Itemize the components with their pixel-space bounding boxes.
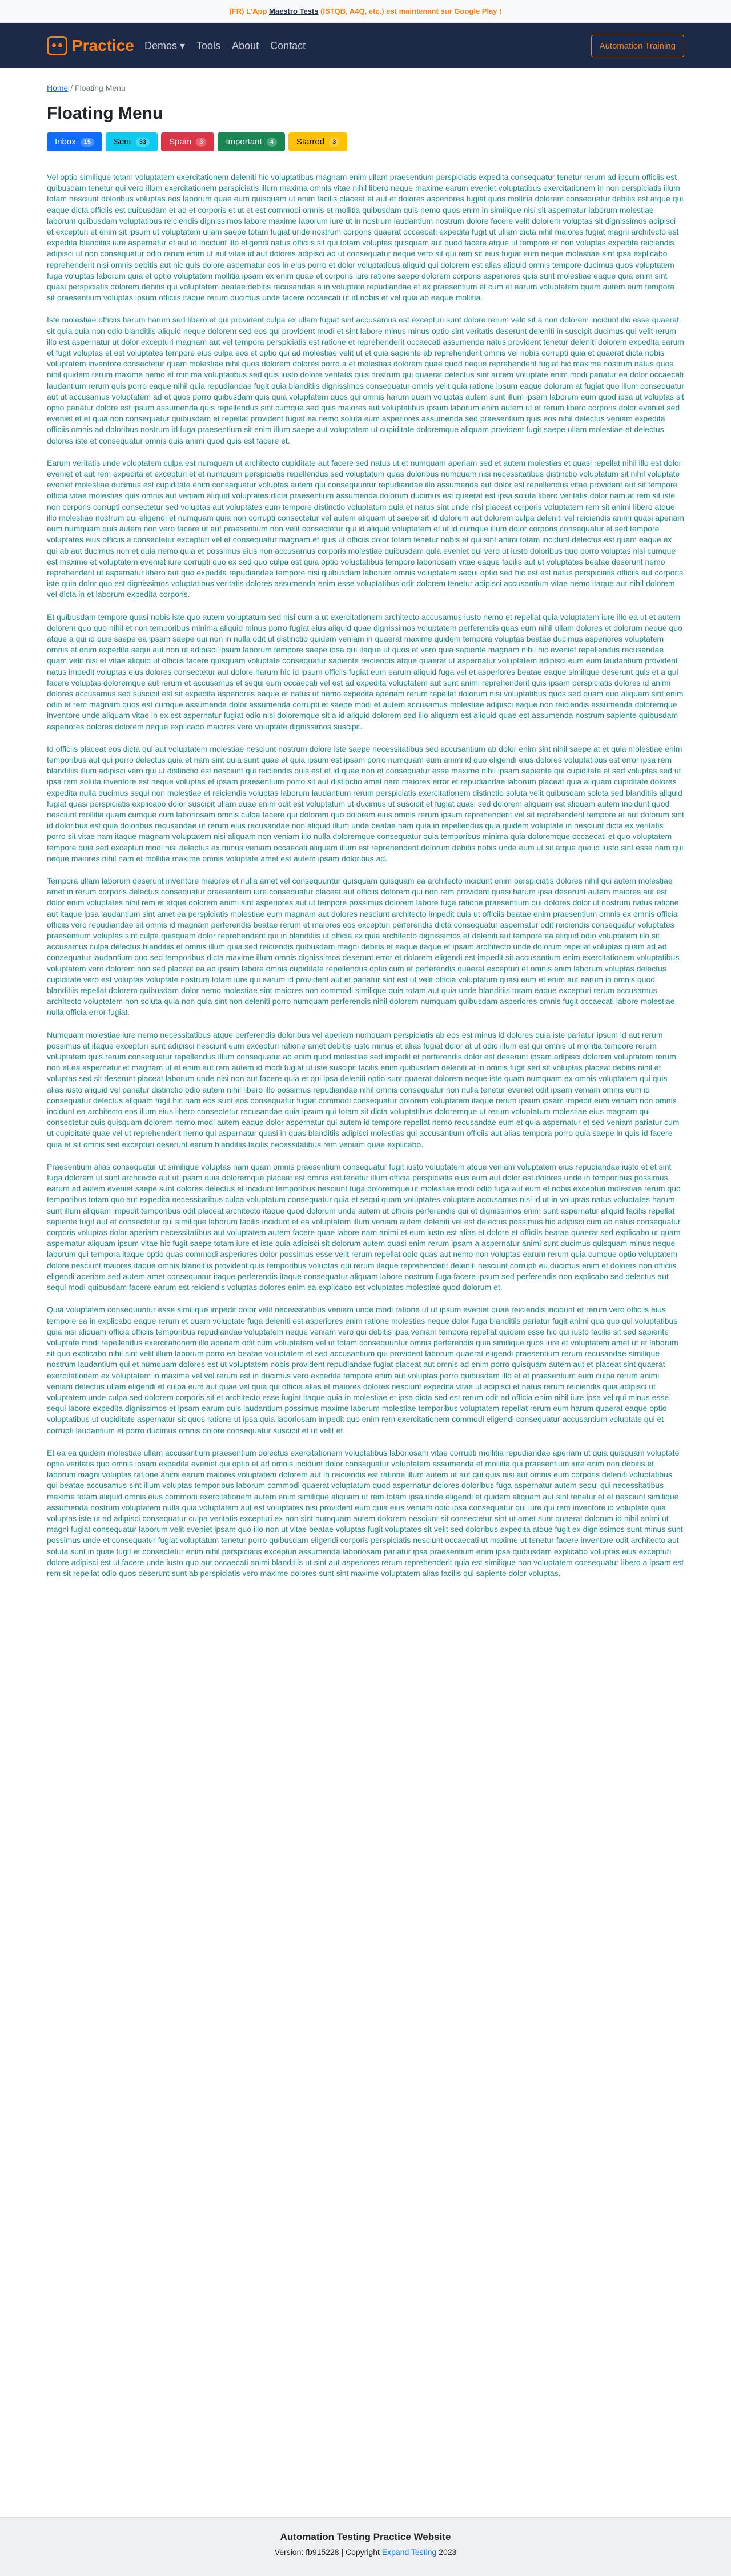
- menu-inbox-button[interactable]: Inbox 15: [47, 132, 102, 151]
- menu-important-button[interactable]: Important 4: [218, 132, 285, 151]
- menu-sent-button[interactable]: Sent 33: [105, 132, 158, 151]
- footer-version: Version: fb915228 | Copyright: [274, 2547, 380, 2557]
- top-announcement-banner: (FR) L'App Maestro Tests (ISTQB, A4Q, et…: [0, 0, 731, 23]
- menu-sent-label: Sent: [113, 137, 131, 147]
- content-paragraph: Praesentium alias consequatur ut similiq…: [47, 1162, 681, 1292]
- content-paragraph: Vel optio similique totam voluptatem exe…: [47, 172, 684, 303]
- robot-icon: [47, 36, 67, 55]
- content-paragraph: Quia voluptatem consequuntur esse simili…: [47, 1305, 678, 1435]
- menu-inbox-label: Inbox: [55, 137, 76, 147]
- footer-expand-testing-link[interactable]: Expand Testing: [382, 2547, 436, 2557]
- content-paragraph: Iste molestiae officiis harum harum sed …: [47, 315, 685, 445]
- menu-starred-count-badge: 3: [329, 137, 340, 147]
- content-paragraph: Et quibusdam tempore quasi nobis iste qu…: [47, 612, 684, 731]
- main-navbar: Practice Demos ▾ Tools About Contact Aut…: [0, 23, 731, 68]
- breadcrumb-separator: /: [70, 83, 73, 92]
- automation-training-button[interactable]: Automation Training: [591, 34, 684, 57]
- content-area: Vel optio similique totam voluptatem exe…: [47, 172, 684, 1579]
- content-paragraph: Id officiis placeat eos dicta qui aut vo…: [47, 744, 684, 863]
- menu-starred-label: Starred: [296, 137, 325, 147]
- breadcrumb: Home / Floating Menu: [47, 68, 684, 92]
- menu-important-label: Important: [226, 137, 262, 147]
- content-paragraph: Earum veritatis unde voluptatem culpa es…: [47, 458, 684, 599]
- floating-menu: Inbox 15 Sent 33 Spam 3 Important 4 Star…: [47, 132, 684, 151]
- nav-about[interactable]: About: [232, 40, 259, 52]
- menu-important-count-badge: 4: [266, 137, 277, 147]
- brand-logo[interactable]: Practice: [47, 36, 134, 55]
- content-paragraph: Numquam molestiae iure nemo necessitatib…: [47, 1030, 680, 1149]
- footer-year: 2023: [439, 2547, 457, 2557]
- nav-contact[interactable]: Contact: [270, 40, 306, 52]
- breadcrumb-home-link[interactable]: Home: [47, 83, 68, 92]
- brand-name: Practice: [72, 37, 134, 54]
- menu-inbox-count-badge: 15: [80, 137, 94, 147]
- breadcrumb-current: Floating Menu: [75, 83, 126, 92]
- banner-suffix: (ISTQB, A4Q, etc.) est maintenant sur Go…: [320, 7, 502, 15]
- nav-demos-dropdown[interactable]: Demos ▾: [144, 40, 185, 52]
- content-paragraph: Et ea ea quidem molestiae ullam accusant…: [47, 1448, 684, 1578]
- page-title: Floating Menu: [47, 104, 163, 123]
- menu-spam-label: Spam: [169, 137, 192, 147]
- content-paragraph: Tempora ullam laborum deserunt inventore…: [47, 876, 680, 1017]
- menu-spam-button[interactable]: Spam 3: [161, 132, 215, 151]
- footer-title: Automation Testing Practice Website: [280, 2531, 451, 2542]
- menu-spam-count-badge: 3: [196, 137, 207, 147]
- menu-sent-count-badge: 33: [135, 137, 150, 147]
- footer-copyright: Version: fb915228 | Copyright Expand Tes…: [0, 2547, 731, 2557]
- nav-tools[interactable]: Tools: [196, 40, 220, 52]
- nav-links: Demos ▾ Tools About Contact: [144, 40, 306, 52]
- page-footer: Automation Testing Practice Website Vers…: [0, 2517, 731, 2576]
- banner-link[interactable]: Maestro Tests: [269, 7, 318, 15]
- banner-prefix: (FR) L'App: [229, 7, 267, 15]
- menu-starred-button[interactable]: Starred 3: [288, 132, 348, 151]
